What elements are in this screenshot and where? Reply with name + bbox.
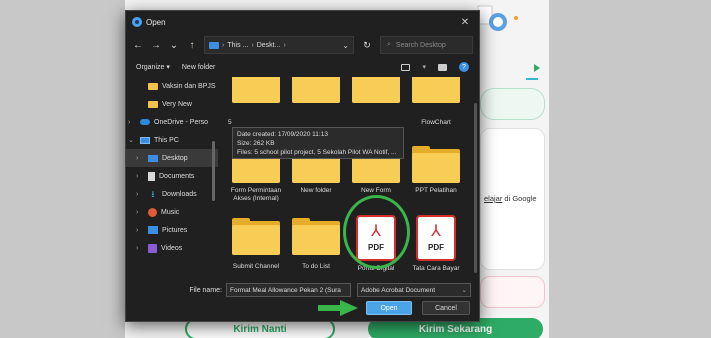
- pictures-icon: [148, 226, 158, 234]
- sidebar-item-documents[interactable]: › Documents: [126, 167, 218, 185]
- folder-icon: [292, 218, 340, 255]
- view-chevron-icon[interactable]: ▾: [422, 63, 426, 71]
- address-bar[interactable]: › This ... › Deskt... › ⌄: [204, 36, 354, 54]
- preview-pane-icon[interactable]: [438, 63, 447, 71]
- recent-locations-chevron-icon[interactable]: ⌄: [168, 40, 180, 51]
- music-icon: [148, 207, 157, 217]
- navigation-bar: ← → ⌄ ↑ › This ... › Deskt... › ⌄ ↻ ⌕ Se…: [126, 33, 479, 57]
- folder-icon: [412, 146, 460, 183]
- highlight-circle-annotation: [343, 195, 410, 269]
- cloud-icon: [140, 119, 150, 125]
- file-name-row: File name: Format Meal Allowance Pekan 2…: [126, 281, 479, 299]
- page-margin-left: [0, 0, 125, 338]
- videos-icon: [148, 243, 157, 253]
- sidebar-item-this-pc[interactable]: ⌄ This PC: [126, 131, 218, 149]
- green-arrow-annotation: [318, 300, 358, 316]
- file-type-select[interactable]: Adobe Acrobat Document ⌄: [357, 283, 471, 297]
- screen: elajar di Google Kirim Nanti Kirim Sekar…: [0, 0, 711, 338]
- folder-info-tooltip: Date created: 17/09/2020 11:13 Size: 262…: [232, 127, 404, 159]
- open-file-dialog: Open ✕ ← → ⌄ ↑ › This ... › Deskt... › ⌄…: [125, 10, 480, 322]
- back-arrow-icon[interactable]: ←: [132, 40, 144, 51]
- folder-tile-submit-channel[interactable]: Submit Channel: [226, 218, 286, 271]
- sidebar-item-vaksin[interactable]: Vaksin dan BPJS: [126, 77, 218, 95]
- search-icon: ⌕: [387, 41, 391, 48]
- folder-tile[interactable]: [226, 77, 286, 103]
- address-chevron-down-icon[interactable]: ⌄: [342, 41, 349, 50]
- partial-caption: 5: [228, 119, 232, 126]
- sidebar-item-very-new[interactable]: Very New: [126, 95, 218, 113]
- organize-menu[interactable]: Organize ▾: [136, 63, 170, 71]
- sidebar-item-desktop[interactable]: › Desktop: [126, 149, 218, 167]
- folder-icon: [148, 82, 158, 90]
- folder-tile[interactable]: [286, 77, 346, 103]
- page-margin-right: [549, 0, 711, 338]
- search-placeholder: Search Desktop: [395, 41, 446, 49]
- breadcrumb-desktop[interactable]: Deskt...: [257, 42, 281, 49]
- view-options-icon[interactable]: [401, 63, 411, 71]
- dialog-buttons: Open Cancel: [126, 301, 479, 319]
- up-arrow-icon[interactable]: ↑: [186, 40, 198, 51]
- open-button[interactable]: Open: [366, 301, 412, 315]
- documents-icon: [148, 171, 155, 181]
- new-folder-button[interactable]: New folder: [182, 64, 215, 71]
- bg-green-card: [480, 88, 545, 120]
- command-toolbar: Organize ▾ New folder ▾ ?: [126, 57, 479, 77]
- folder-icon: [232, 218, 280, 255]
- sidebar-scrollbar[interactable]: [212, 141, 215, 201]
- folder-icon: [292, 77, 340, 103]
- google-link-text[interactable]: elajar di Google: [484, 194, 537, 203]
- illustration-image: [477, 5, 540, 80]
- sidebar-item-onedrive[interactable]: › OneDrive - Perso: [126, 113, 218, 131]
- folder-icon: [148, 100, 158, 108]
- pdf-file-icon: ⅄ PDF: [416, 215, 456, 261]
- folder-tile[interactable]: [346, 77, 406, 103]
- close-icon[interactable]: ✕: [457, 17, 473, 28]
- help-icon[interactable]: ?: [459, 62, 469, 72]
- folder-tile-flowchart[interactable]: FlowChart: [406, 77, 466, 127]
- file-list-scrollbar[interactable]: [474, 103, 477, 273]
- file-name-input[interactable]: Format Meal Allowance Pekan 2 (Sura: [226, 283, 351, 297]
- folder-tile-todo-list[interactable]: To do List: [286, 218, 346, 271]
- folder-icon: [232, 77, 280, 103]
- sidebar-item-music[interactable]: › Music: [126, 203, 218, 221]
- folder-icon: [412, 77, 460, 103]
- browser-app-icon: [132, 17, 142, 27]
- folder-tile-ppt-pelatihan[interactable]: PPT Pelatihan: [406, 146, 466, 195]
- sidebar-item-pictures[interactable]: › Pictures: [126, 221, 218, 239]
- file-name-label: File name:: [189, 286, 222, 294]
- sidebar-item-downloads[interactable]: › ⭳ Downloads: [126, 185, 218, 203]
- dialog-titlebar: Open ✕: [126, 11, 479, 33]
- bg-pink-card: [480, 276, 545, 308]
- pc-icon: [140, 136, 150, 144]
- chevron-down-icon: ⌄: [461, 287, 467, 294]
- dialog-title: Open: [146, 17, 166, 27]
- desktop-icon: [148, 154, 158, 162]
- cancel-button[interactable]: Cancel: [422, 301, 470, 315]
- folder-icon: [352, 77, 400, 103]
- desktop-folder-icon: [209, 41, 219, 49]
- downloads-icon: ⭳: [151, 188, 155, 199]
- search-input[interactable]: ⌕ Search Desktop: [380, 36, 473, 54]
- navigation-pane: Vaksin dan BPJS Very New › OneDrive - Per…: [126, 77, 218, 277]
- forward-arrow-icon[interactable]: →: [150, 40, 162, 51]
- refresh-icon[interactable]: ↻: [360, 40, 374, 51]
- breadcrumb-this-pc[interactable]: This ...: [227, 42, 248, 49]
- sidebar-item-videos[interactable]: › Videos: [126, 239, 218, 257]
- pdf-file-tata-cara-bayar[interactable]: ⅄ PDF Tata Cara Bayar: [406, 215, 466, 273]
- acrobat-logo-icon: ⅄: [431, 223, 441, 240]
- dialog-body: Vaksin dan BPJS Very New › OneDrive - Per…: [126, 77, 479, 277]
